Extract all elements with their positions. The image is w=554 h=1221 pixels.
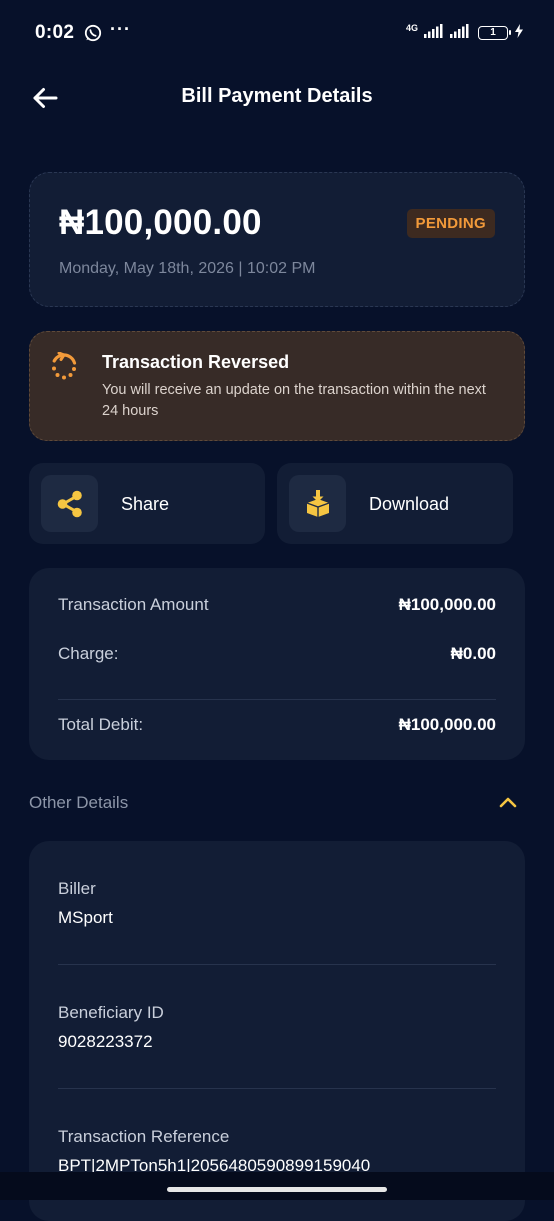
breakdown-row: Charge: ₦0.00: [58, 644, 496, 664]
download-icon-box: [289, 475, 346, 532]
whatsapp-icon: [84, 24, 102, 42]
field-value: 9028223372: [58, 1032, 153, 1051]
transaction-amount: ₦100,000.00: [59, 203, 262, 242]
app-header: Bill Payment Details: [0, 68, 554, 128]
transaction-date: Monday, May 18th, 2026 | 10:02 PM: [59, 260, 316, 277]
share-icon-box: [41, 475, 98, 532]
total-value: ₦100,000.00: [398, 715, 496, 734]
field-label: Biller: [58, 879, 96, 898]
total-row: Total Debit: ₦100,000.00: [58, 715, 496, 735]
notice-title: Transaction Reversed: [102, 352, 290, 372]
row-value: ₦100,000.00: [398, 595, 496, 614]
field-label: Transaction Reference: [58, 1127, 230, 1146]
row-value: ₦0.00: [450, 644, 496, 663]
row-label: Charge:: [58, 644, 119, 663]
field-label: Beneficiary ID: [58, 1003, 164, 1022]
page-title: Bill Payment Details: [181, 85, 373, 107]
divider: [58, 964, 496, 965]
status-indicators: 4G 1: [406, 22, 524, 44]
network-type-label: 4G: [405, 22, 418, 33]
divider: [58, 1088, 496, 1089]
gesture-bar: [0, 1172, 554, 1200]
reversal-notice: Transaction Reversed You will receive an…: [29, 331, 525, 441]
other-details-toggle[interactable]: Other Details: [29, 779, 525, 825]
home-indicator[interactable]: [167, 1187, 387, 1192]
download-button[interactable]: Download: [277, 463, 513, 544]
section-title: Other Details: [29, 793, 129, 812]
share-label: Share: [121, 494, 170, 514]
reverse-icon: [50, 351, 78, 380]
breakdown-card: Transaction Amount ₦100,000.00 Charge: ₦…: [29, 568, 525, 760]
field-value: MSport: [58, 908, 113, 927]
charging-icon: [514, 23, 524, 43]
status-badge: PENDING: [406, 209, 495, 238]
download-label: Download: [369, 494, 450, 514]
details-card: Biller MSport Beneficiary ID 9028223372 …: [29, 841, 525, 1221]
status-more-dots: ···: [110, 19, 131, 39]
row-label: Transaction Amount: [58, 595, 209, 614]
notice-message: You will receive an update on the transa…: [102, 382, 486, 419]
signal-icon: [424, 23, 444, 43]
divider: [58, 699, 496, 700]
status-time: 0:02: [35, 22, 75, 43]
breakdown-row: Transaction Amount ₦100,000.00: [58, 595, 496, 615]
chevron-up-icon: [499, 797, 517, 808]
total-label: Total Debit:: [58, 715, 144, 734]
amount-card: ₦100,000.00 PENDING Monday, May 18th, 20…: [29, 172, 525, 307]
share-button[interactable]: Share: [29, 463, 265, 544]
status-bar: 0:02 ··· 4G 1: [0, 0, 554, 68]
battery-icon: 1: [478, 26, 511, 40]
share-icon: [57, 490, 82, 517]
signal-icon: [450, 23, 472, 43]
download-icon: [306, 489, 329, 517]
